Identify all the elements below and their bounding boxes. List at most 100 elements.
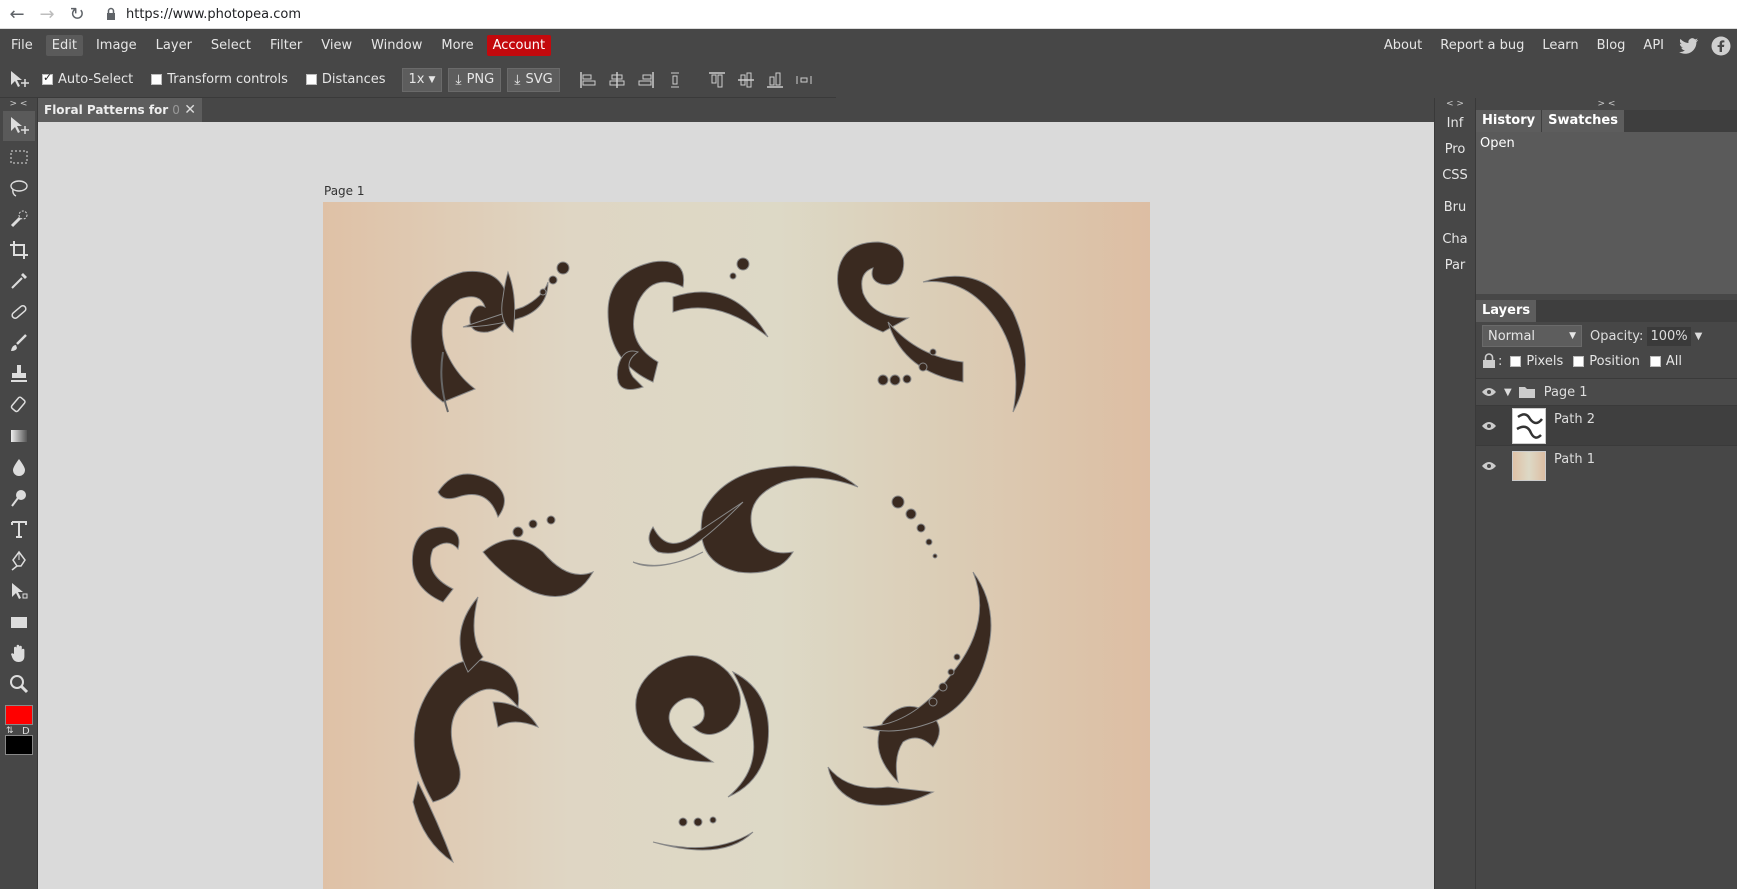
marquee-tool-button[interactable] <box>3 142 35 172</box>
twitter-icon[interactable] <box>1678 35 1700 57</box>
link-learn[interactable]: Learn <box>1536 35 1584 56</box>
align-bottom-icon[interactable] <box>765 70 785 90</box>
tool-options-bar: Auto-Select Transform controls Distances… <box>0 62 836 98</box>
facebook-icon[interactable] <box>1710 35 1732 57</box>
mini-panels-collapse-toggle[interactable]: < > <box>1435 98 1475 110</box>
character-panel-button[interactable]: Cha <box>1435 226 1475 252</box>
link-blog[interactable]: Blog <box>1591 35 1632 56</box>
layer-group-row[interactable]: ▼ Page 1 <box>1476 378 1737 405</box>
shape-tool-button[interactable] <box>3 607 35 637</box>
canvas-workspace[interactable]: Page 1 <box>38 122 1434 889</box>
lock-position-checkbox[interactable]: Position <box>1573 354 1640 369</box>
align-right-icon[interactable] <box>636 70 656 90</box>
stamp-tool-button[interactable] <box>3 359 35 389</box>
auto-select-checkbox[interactable]: Auto-Select <box>42 71 133 87</box>
tab-swatches[interactable]: Swatches <box>1542 110 1624 132</box>
artboard[interactable] <box>323 202 1150 889</box>
lock-all-label: All <box>1665 353 1682 369</box>
account-button[interactable]: Account <box>486 35 552 56</box>
lasso-tool-button[interactable] <box>3 173 35 203</box>
export-svg-button[interactable]: ⤓ SVG <box>507 67 560 92</box>
menu-layer[interactable]: Layer <box>150 35 198 56</box>
align-middle-v-icon[interactable] <box>736 70 756 90</box>
menu-image[interactable]: Image <box>90 35 143 56</box>
export-png-button[interactable]: ⤓ PNG <box>448 67 502 92</box>
eye-icon[interactable] <box>1476 387 1502 397</box>
eyedropper-tool-button[interactable] <box>3 266 35 296</box>
properties-panel-button[interactable]: Pro <box>1435 136 1475 162</box>
document-tab[interactable]: Floral Patterns for 0 ✕ <box>38 98 202 122</box>
gradient-tool-button[interactable] <box>3 421 35 451</box>
quick-select-tool-button[interactable] <box>3 204 35 234</box>
move-tool-button[interactable] <box>3 111 35 141</box>
history-item[interactable]: Open <box>1480 136 1733 151</box>
forward-arrow-icon[interactable]: → <box>34 1 60 27</box>
layer-row[interactable]: Path 1 <box>1476 445 1737 485</box>
link-api[interactable]: API <box>1637 35 1670 56</box>
blur-tool-button[interactable] <box>3 452 35 482</box>
close-icon[interactable]: ✕ <box>184 102 196 118</box>
distribute-vertical-icon[interactable] <box>665 70 685 90</box>
scale-dropdown[interactable]: 1x ▼ <box>401 67 443 92</box>
menu-filter[interactable]: Filter <box>264 35 308 56</box>
lock-pixels-checkbox[interactable]: Pixels <box>1510 354 1563 369</box>
document-tabs: Floral Patterns for 0 ✕ <box>38 98 1434 122</box>
menu-select[interactable]: Select <box>205 35 257 56</box>
lock-position-label: Position <box>1589 353 1640 369</box>
type-tool-button[interactable] <box>3 514 35 544</box>
menu-more[interactable]: More <box>435 35 479 56</box>
distances-checkbox[interactable]: Distances <box>305 72 386 87</box>
css-panel-button[interactable]: CSS <box>1435 162 1475 188</box>
eye-icon[interactable] <box>1476 421 1502 431</box>
brush-tool-button[interactable] <box>3 328 35 358</box>
transform-controls-checkbox[interactable]: Transform controls <box>151 72 288 87</box>
link-report-bug[interactable]: Report a bug <box>1434 35 1530 56</box>
text-icon <box>11 521 27 538</box>
lasso-icon <box>10 180 28 197</box>
distribute-horizontal-icon[interactable] <box>794 70 814 90</box>
align-center-h-icon[interactable] <box>607 70 627 90</box>
info-panel-button[interactable]: Inf <box>1435 110 1475 136</box>
background-color-swatch[interactable] <box>5 735 33 755</box>
tab-layers[interactable]: Layers <box>1476 300 1537 322</box>
right-panel-collapse-toggle[interactable]: > < <box>1476 98 1737 110</box>
hand-icon <box>11 644 25 662</box>
align-top-icon[interactable] <box>707 70 727 90</box>
crop-tool-button[interactable] <box>3 235 35 265</box>
menu-window[interactable]: Window <box>365 35 428 56</box>
align-left-icon[interactable] <box>578 70 598 90</box>
menu-file[interactable]: File <box>5 35 39 56</box>
rectangle-icon <box>11 617 27 628</box>
path-select-tool-button[interactable] <box>3 576 35 606</box>
menu-view[interactable]: View <box>315 35 358 56</box>
eraser-icon <box>10 396 26 413</box>
right-panel: > < History Swatches Open Layers Normal … <box>1475 98 1737 889</box>
url-field[interactable]: https://www.photopea.com <box>104 2 1737 26</box>
blend-mode-dropdown[interactable]: Normal ▼ <box>1482 325 1582 347</box>
dodge-tool-button[interactable] <box>3 483 35 513</box>
hand-tool-button[interactable] <box>3 638 35 668</box>
lock-all-checkbox[interactable]: All <box>1649 353 1682 369</box>
back-arrow-icon[interactable]: ← <box>4 1 30 27</box>
opacity-input[interactable]: 100% <box>1647 326 1691 346</box>
eraser-tool-button[interactable] <box>3 390 35 420</box>
zoom-tool-button[interactable] <box>3 669 35 699</box>
reload-icon[interactable]: ↻ <box>64 1 90 27</box>
link-about[interactable]: About <box>1378 35 1428 56</box>
download-icon: ⤓ <box>455 71 462 88</box>
distances-label: Distances <box>321 72 386 87</box>
opacity-dropdown-icon[interactable]: ▼ <box>1695 331 1703 342</box>
foreground-color-swatch[interactable] <box>5 705 33 725</box>
toolbox-collapse-toggle[interactable]: > < <box>0 98 37 110</box>
layer-row[interactable]: Path 2 <box>1476 405 1737 445</box>
paragraph-panel-button[interactable]: Par <box>1435 252 1475 278</box>
pen-tool-button[interactable] <box>3 545 35 575</box>
caret-down-icon[interactable]: ▼ <box>1504 387 1512 398</box>
eye-icon[interactable] <box>1476 461 1502 471</box>
tab-history[interactable]: History <box>1476 110 1542 132</box>
healing-tool-button[interactable] <box>3 297 35 327</box>
brush-panel-button[interactable]: Bru <box>1435 194 1475 220</box>
menu-edit[interactable]: Edit <box>45 35 83 56</box>
lock-pixels-label: Pixels <box>1526 353 1564 369</box>
checkbox-icon <box>305 74 317 85</box>
